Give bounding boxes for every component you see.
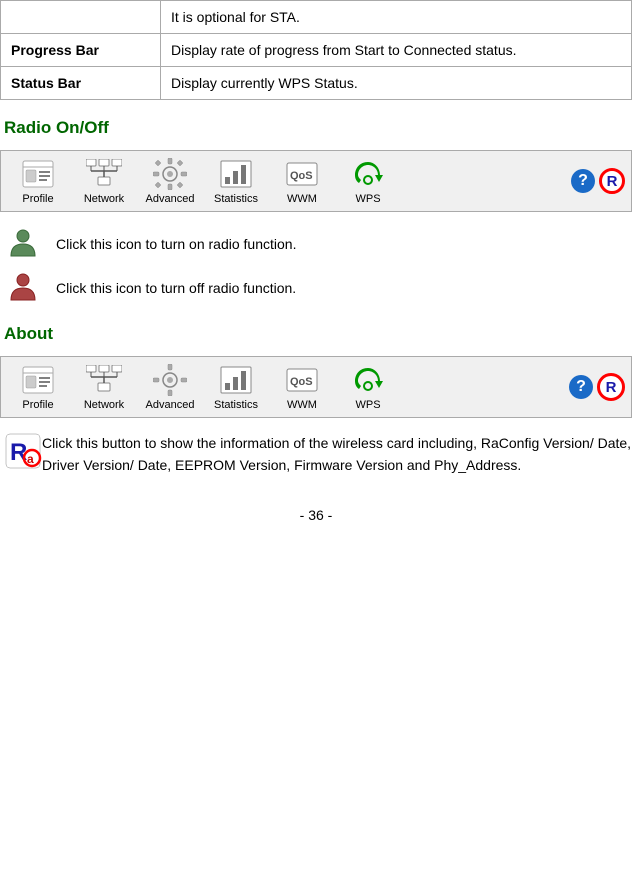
wps-icon [349, 157, 387, 191]
about-toolbar-wps[interactable]: WPS [343, 363, 393, 411]
profile-label: Profile [22, 193, 53, 205]
toolbar-wps[interactable]: WPS [343, 157, 393, 205]
about-toolbar-advanced[interactable]: Advanced [145, 363, 195, 411]
radio-off-icon [4, 270, 42, 306]
table-row-progress: Progress Bar Display rate of progress fr… [1, 34, 632, 67]
radio-on-icon [4, 226, 42, 262]
about-profile-label: Profile [22, 399, 53, 411]
table-cell-value-1: Display rate of progress from Start to C… [161, 34, 632, 67]
table-row-optional: It is optional for STA. [1, 1, 632, 34]
network-icon [85, 157, 123, 191]
wps-label: WPS [355, 193, 380, 205]
toolbar-advanced[interactable]: Advanced [145, 157, 195, 205]
advanced-label: Advanced [146, 193, 195, 205]
about-network-icon [85, 363, 123, 397]
svg-text:a: a [27, 452, 34, 466]
about-statistics-icon [217, 363, 255, 397]
table-cell-label-2: Status Bar [1, 67, 161, 100]
about-advanced-label: Advanced [146, 399, 195, 411]
about-wwm-label: WWM [287, 399, 317, 411]
table-cell-label-0 [1, 1, 161, 34]
radio-onoff-heading: Radio On/Off [0, 118, 632, 138]
about-toolbar-statistics[interactable]: Statistics [211, 363, 261, 411]
radio-off-text: Click this icon to turn off radio functi… [56, 280, 296, 296]
about-statistics-label: Statistics [214, 399, 258, 411]
about-section: About Profile [0, 324, 632, 477]
radio-on-text: Click this icon to turn on radio functio… [56, 236, 296, 252]
about-toolbar: Profile Network [0, 356, 632, 418]
advanced-icon [151, 157, 189, 191]
about-heading: About [0, 324, 632, 344]
about-description-block: R a Click this button to show the inform… [0, 432, 632, 477]
toolbar-profile[interactable]: Profile [13, 157, 63, 205]
radio-off-description: Click this icon to turn off radio functi… [0, 270, 632, 306]
table-cell-value-0: It is optional for STA. [161, 1, 632, 34]
statistics-label: Statistics [214, 193, 258, 205]
top-table: It is optional for STA. Progress Bar Dis… [0, 0, 632, 100]
table-row-status: Status Bar Display currently WPS Status. [1, 67, 632, 100]
toolbar-right-icons: ? R [571, 168, 625, 194]
about-wps-icon [349, 363, 387, 397]
about-wwm-icon: QoS [283, 363, 321, 397]
about-toolbar-network[interactable]: Network [79, 363, 129, 411]
statistics-icon [217, 157, 255, 191]
radio-onoff-toolbar: Profile Network [0, 150, 632, 212]
toolbar-network[interactable]: Network [79, 157, 129, 205]
about-profile-icon [19, 363, 57, 397]
toolbar-statistics[interactable]: Statistics [211, 157, 261, 205]
wwm-label: WWM [287, 193, 317, 205]
about-r-button-icon: R a [4, 432, 42, 470]
about-ralink-r-icon[interactable]: R [597, 373, 625, 401]
about-toolbar-right-icons: ? R [569, 373, 625, 401]
about-wps-label: WPS [355, 399, 380, 411]
about-network-label: Network [84, 399, 124, 411]
profile-icon [19, 157, 57, 191]
about-description-text: Click this button to show the informatio… [42, 432, 632, 477]
toolbar-wwm[interactable]: QoS WWM [277, 157, 327, 205]
about-toolbar-wwm[interactable]: QoS WWM [277, 363, 327, 411]
network-label: Network [84, 193, 124, 205]
about-help-icon[interactable]: ? [569, 375, 593, 399]
ralink-r-icon[interactable]: R [599, 168, 625, 194]
table-cell-label-1: Progress Bar [1, 34, 161, 67]
about-advanced-icon [151, 363, 189, 397]
svg-text:QoS: QoS [290, 170, 313, 182]
wwm-icon: QoS [283, 157, 321, 191]
page-number: - 36 - [0, 507, 632, 523]
about-toolbar-profile[interactable]: Profile [13, 363, 63, 411]
table-cell-value-2: Display currently WPS Status. [161, 67, 632, 100]
svg-text:QoS: QoS [290, 376, 313, 388]
radio-on-description: Click this icon to turn on radio functio… [0, 226, 632, 262]
radio-onoff-section: Radio On/Off Profile [0, 118, 632, 306]
help-icon[interactable]: ? [571, 169, 595, 193]
